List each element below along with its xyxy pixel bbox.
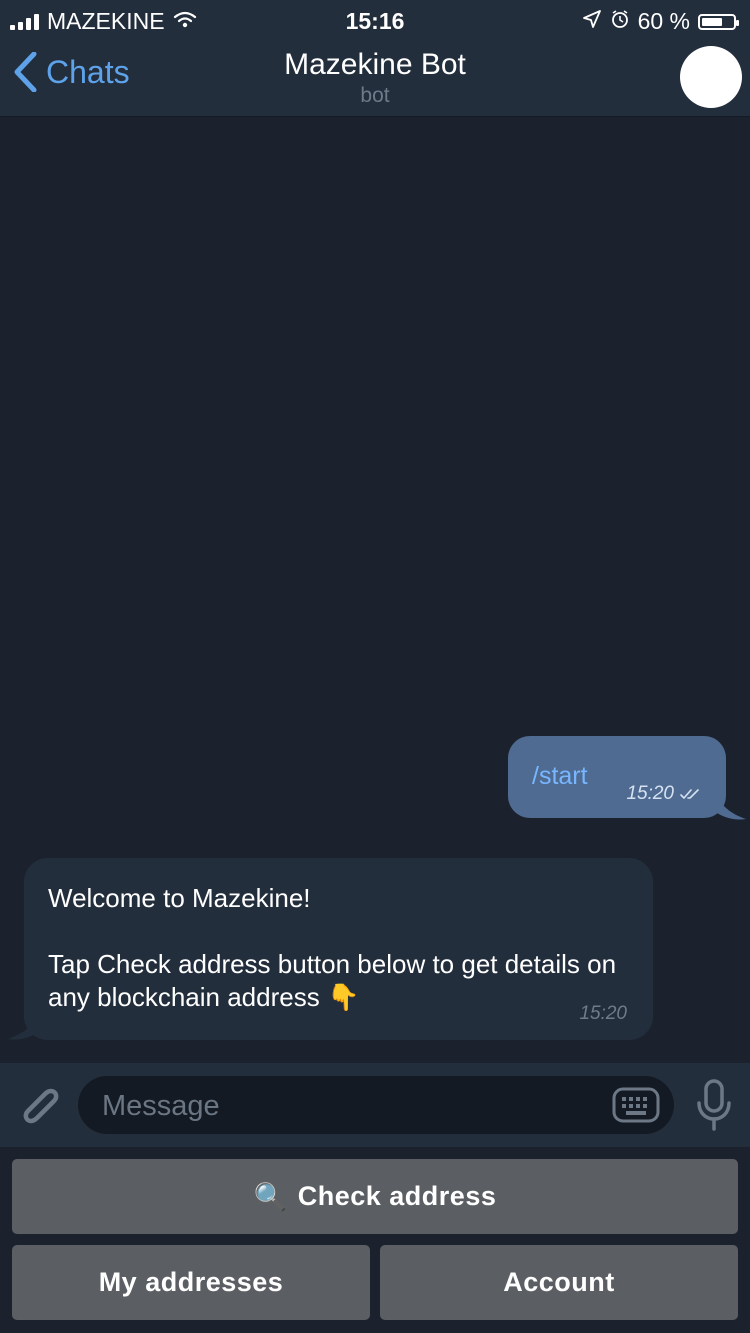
message-text[interactable]: /start <box>532 762 588 791</box>
message-meta: 15:20 <box>626 783 702 805</box>
message-input[interactable] <box>100 1076 604 1136</box>
message-time: 15:20 <box>626 783 674 804</box>
microphone-icon[interactable] <box>694 1079 734 1136</box>
double-check-icon <box>680 789 699 799</box>
bot-keyboard: 🔍 Check address My addresses Account <box>0 1147 750 1333</box>
status-bar: MAZEKINE 15:16 60 % <box>0 0 750 40</box>
status-right: 60 % <box>582 8 739 35</box>
message-list[interactable]: /start 15:20 Welcome to Mazekine! Tap Ch… <box>0 117 750 1063</box>
location-icon <box>582 8 602 35</box>
button-label: Account <box>503 1267 615 1297</box>
message-text[interactable]: Welcome to Mazekine! Tap Check address b… <box>48 882 628 1014</box>
message-paragraph: Welcome to Mazekine! <box>48 883 311 913</box>
incoming-message[interactable]: Welcome to Mazekine! Tap Check address b… <box>24 858 653 1040</box>
alarm-icon <box>610 8 630 35</box>
button-label: Check address <box>297 1181 497 1211</box>
bubble-tail <box>714 787 746 820</box>
my-addresses-button[interactable]: My addresses <box>12 1245 370 1320</box>
battery-percent: 60 % <box>637 8 690 34</box>
avatar[interactable] <box>680 46 742 108</box>
chat-subtitle: bot <box>360 84 390 107</box>
message-paragraph: Tap Check address button below to get de… <box>48 949 617 1012</box>
account-button[interactable]: Account <box>380 1245 738 1320</box>
battery-icon <box>698 13 739 30</box>
message-field[interactable] <box>78 1076 674 1136</box>
outgoing-message[interactable]: /start 15:20 <box>508 736 726 818</box>
chat-title[interactable]: Mazekine Bot <box>0 48 750 82</box>
keyboard-icon[interactable] <box>612 1087 660 1128</box>
check-address-button[interactable]: 🔍 Check address <box>12 1159 738 1234</box>
button-label: My addresses <box>98 1267 284 1297</box>
chat-header: Chats Mazekine Bot bot <box>0 40 750 117</box>
magnifier-icon: 🔍 <box>253 1181 288 1212</box>
bubble-tail <box>8 1007 40 1040</box>
paperclip-icon[interactable] <box>16 1083 64 1134</box>
message-time: 15:20 <box>579 1003 627 1024</box>
composer <box>0 1063 750 1147</box>
